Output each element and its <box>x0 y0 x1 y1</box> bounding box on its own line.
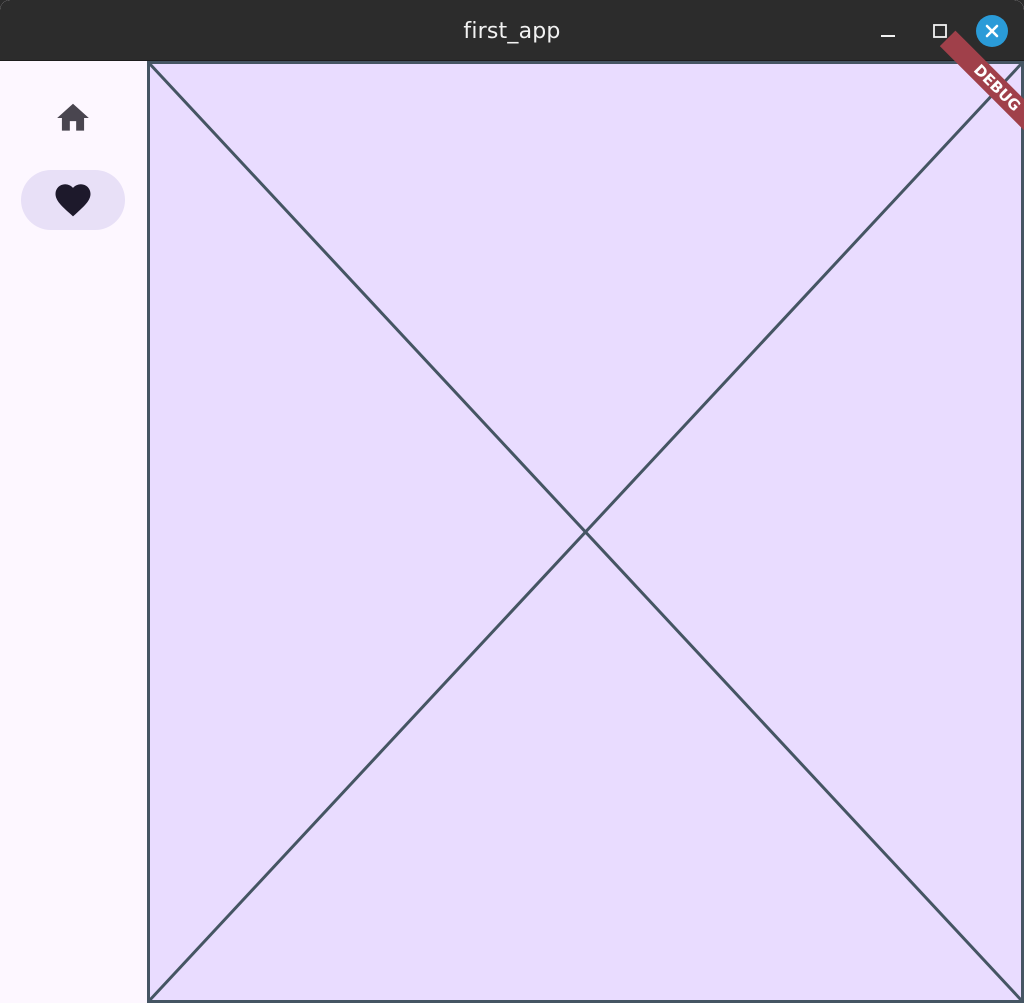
maximize-button[interactable] <box>924 15 956 47</box>
close-icon <box>985 24 999 38</box>
minimize-icon <box>881 35 895 37</box>
rail-item-home[interactable] <box>21 88 125 148</box>
main-content <box>147 61 1024 1003</box>
placeholder-cross-icon <box>147 61 1024 1003</box>
maximize-icon <box>933 24 947 38</box>
home-icon <box>57 103 89 131</box>
rail-item-favorites[interactable] <box>21 170 125 230</box>
navigation-rail <box>0 61 147 1003</box>
close-button[interactable] <box>976 15 1008 47</box>
title-bar[interactable]: first_app <box>0 0 1024 61</box>
app-window: first_app DEBUG <box>0 0 1024 1003</box>
close-button-circle <box>976 15 1008 47</box>
window-title: first_app <box>463 19 561 44</box>
favorite-heart-icon <box>55 184 91 217</box>
minimize-button[interactable] <box>872 15 904 47</box>
